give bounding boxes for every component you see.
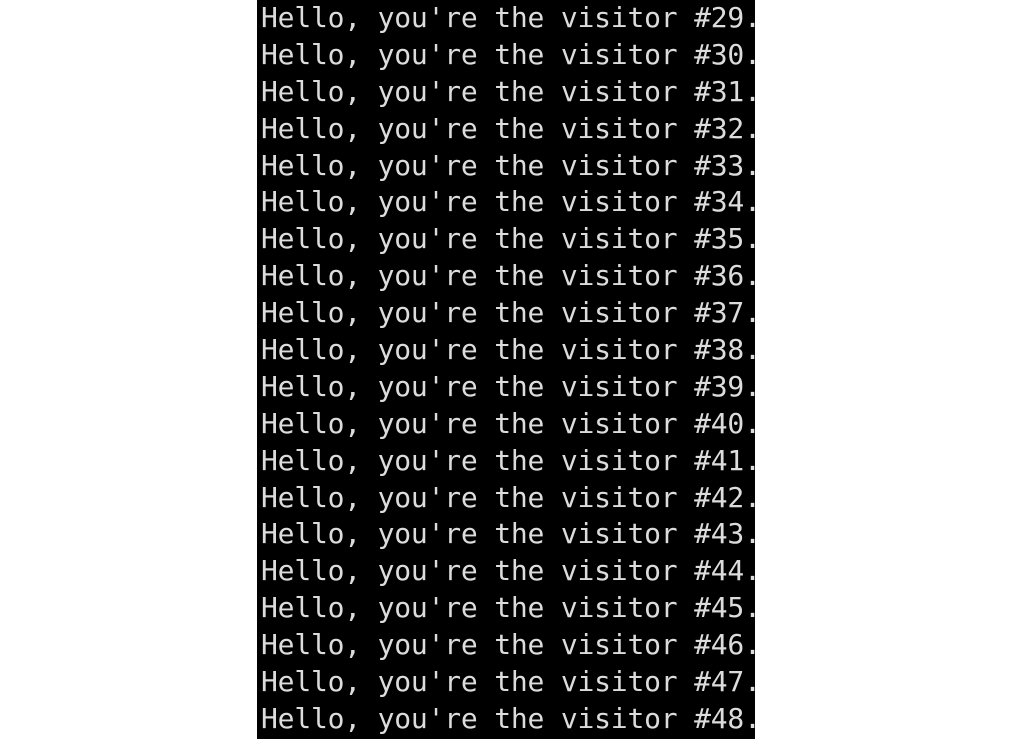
output-line: Hello, you're the visitor #44. [261,554,755,588]
output-line: Hello, you're the visitor #48. [261,701,755,735]
output-line: Hello, you're the visitor #29. [261,1,755,34]
output-line: Hello, you're the visitor #43. [261,517,755,551]
output-line: Hello, you're the visitor #30. [261,37,755,71]
output-lines: Hello, you're the visitor #29. Hello, yo… [257,0,755,738]
output-line: Hello, you're the visitor #37. [261,296,755,330]
output-line: Hello, you're the visitor #41. [261,443,755,477]
output-line: Hello, you're the visitor #39. [261,369,755,403]
output-line: Hello, you're the visitor #46. [261,628,755,662]
output-line: Hello, you're the visitor #45. [261,591,755,625]
output-line: Hello, you're the visitor #36. [261,259,755,293]
output-line: Hello, you're the visitor #35. [261,222,755,256]
output-line: Hello, you're the visitor #47. [261,665,755,699]
output-line: Hello, you're the visitor #38. [261,333,755,367]
terminal-output[interactable]: Hello, you're the visitor #29. Hello, yo… [257,0,755,739]
output-line: Hello, you're the visitor #42. [261,480,755,514]
output-line: Hello, you're the visitor #34. [261,185,755,219]
output-line: Hello, you're the visitor #32. [261,111,755,145]
output-line: Hello, you're the visitor #31. [261,74,755,108]
output-line: Hello, you're the visitor #40. [261,406,755,440]
output-line: Hello, you're the visitor #33. [261,148,755,182]
